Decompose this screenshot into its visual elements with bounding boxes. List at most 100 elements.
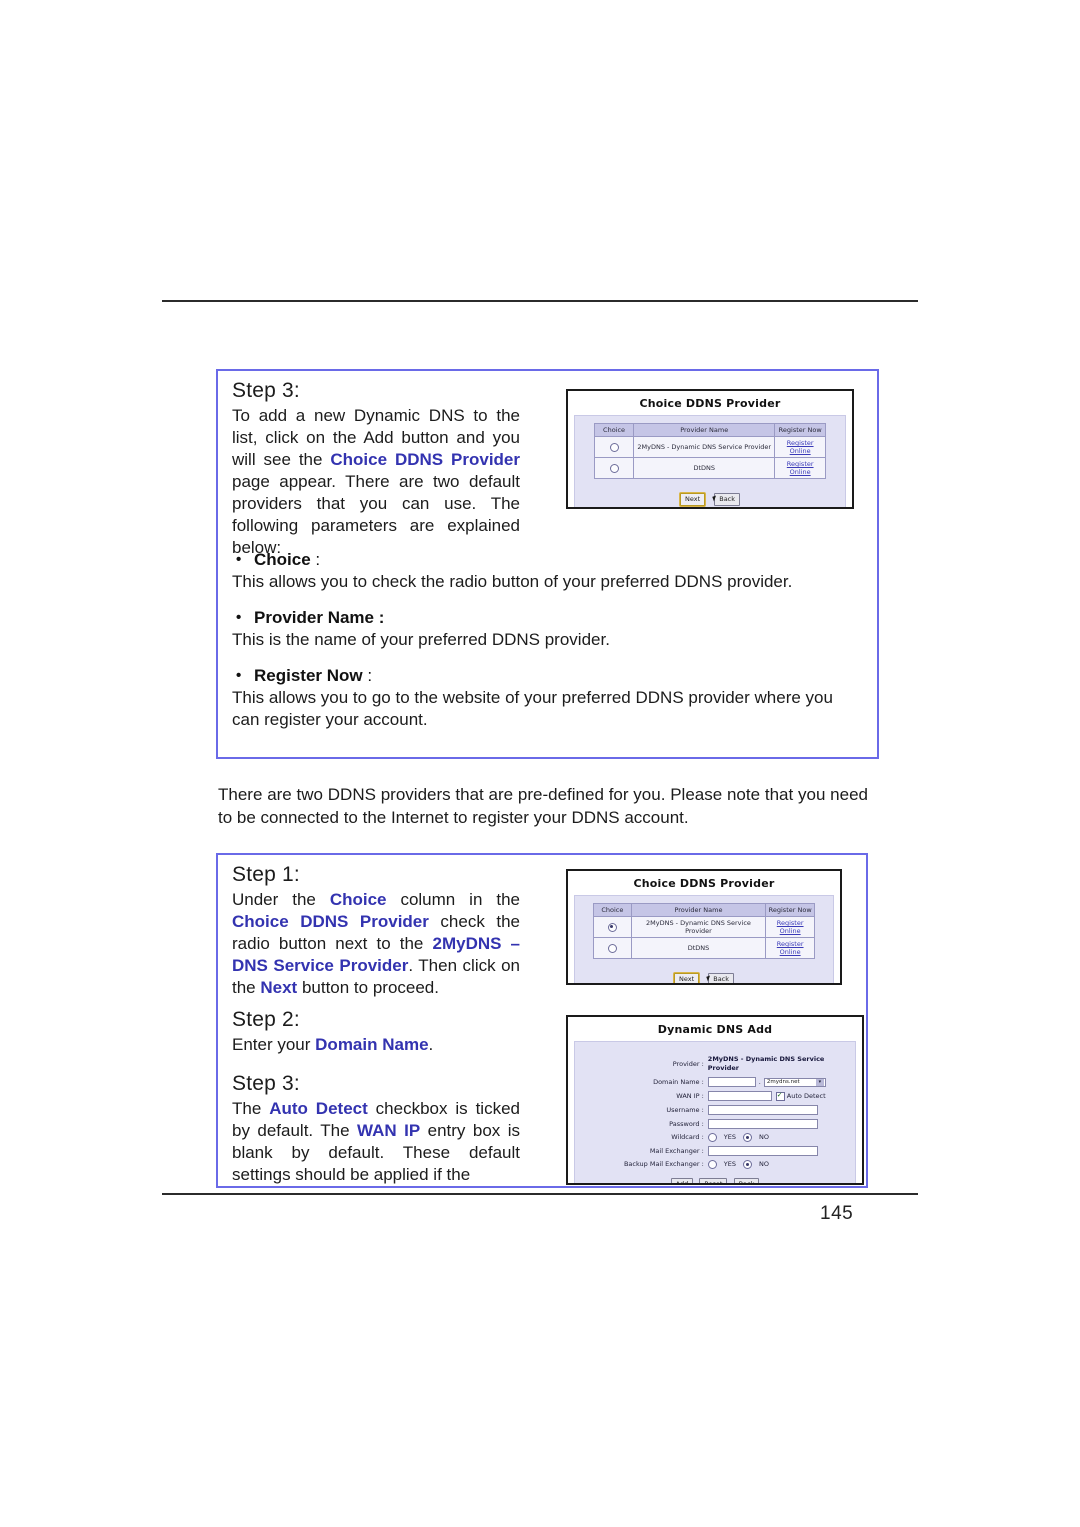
username-label: Username :: [666, 1105, 704, 1114]
wan-ip-input[interactable]: [707, 1091, 772, 1101]
header-rule: [162, 300, 918, 302]
domain-suffix-value: 2mydns.net: [766, 1078, 800, 1085]
add-button[interactable]: Add: [670, 1178, 694, 1183]
dns-add-form: Provider : 2MyDNS - Dynamic DNS Service …: [575, 1049, 855, 1183]
pre-defined-providers-paragraph: There are two DDNS providers that are pr…: [218, 785, 868, 827]
cell-radio-2mydns[interactable]: [593, 916, 632, 938]
step1-heading: Step 1:: [232, 863, 300, 886]
password-input[interactable]: [707, 1119, 818, 1129]
backup-mx-yes-radio[interactable]: [707, 1160, 717, 1169]
keyword-choice-ddns-provider: Choice DDNS Provider: [330, 450, 521, 469]
form-row-wan-ip: WAN IP : Auto Detect: [575, 1091, 855, 1101]
bullet-provider-name: Provider Name :: [232, 607, 864, 629]
step1-paragraph: Under the Choice column in the Choice DD…: [232, 889, 520, 999]
next-button[interactable]: Next: [673, 973, 700, 983]
cell-provider-2mydns: 2MyDNS - Dynamic DNS Service Provider: [633, 436, 776, 458]
wildcard-label: Wildcard :: [671, 1133, 704, 1141]
cell-provider-2mydns: 2MyDNS - Dynamic DNS Service Provider: [630, 916, 767, 938]
cell-provider-dtdns: DtDNS: [630, 937, 767, 959]
table-row: DtDNS Register Online: [593, 457, 827, 479]
cell-register-2mydns[interactable]: Register Online: [774, 436, 827, 458]
header-choice: Choice: [593, 903, 632, 917]
form-row-backup-mail-exchanger: Backup Mail Exchanger : YES NO: [575, 1160, 855, 1169]
next-button[interactable]: Next: [679, 493, 706, 506]
register-online-link[interactable]: Register Online: [777, 919, 804, 935]
form-row-provider: Provider : 2MyDNS - Dynamic DNS Service …: [575, 1055, 855, 1073]
s1-b: column in the: [386, 890, 520, 909]
radio-button-dtdns[interactable]: [609, 463, 619, 473]
keyword-domain-name: Domain Name: [315, 1035, 429, 1054]
step3-bottom-paragraph: The Auto Detect checkbox is ticked by de…: [232, 1098, 520, 1186]
cell-register-dtdns[interactable]: Register Online: [765, 937, 815, 959]
provider-value: 2MyDNS - Dynamic DNS Service Provider: [707, 1055, 825, 1072]
bullet-choice: Choice :: [232, 549, 864, 571]
table-header-row: Choice Provider Name Register Now: [593, 423, 827, 437]
wildcard-no-radio[interactable]: [743, 1133, 753, 1142]
bullet-register-now-colon: :: [362, 666, 373, 685]
keyword-next: Next: [260, 978, 298, 997]
radio-button-2mydns-selected[interactable]: [607, 922, 617, 932]
s1-e: button to proceed.: [297, 978, 439, 997]
auto-detect-checkbox[interactable]: [775, 1091, 785, 1101]
register-online-link[interactable]: Register Online: [787, 460, 814, 476]
dns-add-button-row: Add Reset Back: [575, 1178, 855, 1183]
back-button[interactable]: Back: [733, 1178, 760, 1183]
register-online-link[interactable]: Register Online: [777, 940, 804, 956]
step2-paragraph: Enter your Domain Name.: [232, 1034, 520, 1056]
keyword-wan-ip: WAN IP: [357, 1121, 421, 1140]
bullet-register-now: Register Now :: [232, 665, 864, 687]
screenshot-dynamic-dns-add: Dynamic DNS Add Provider : 2MyDNS - Dyna…: [566, 1015, 864, 1185]
screenshot3-title: Dynamic DNS Add: [657, 1023, 773, 1036]
keyword-choice: Choice: [329, 890, 387, 909]
cell-radio-dtdns[interactable]: [593, 457, 635, 479]
backup-mail-exchanger-label: Backup Mail Exchanger :: [623, 1160, 704, 1168]
bullet-provider-name-term: Provider Name :: [254, 608, 385, 627]
header-register-now: Register Now: [765, 903, 815, 917]
step3-text-column: Step 3: To add a new Dynamic DNS to the …: [232, 379, 520, 559]
backup-mx-yes-label: YES: [723, 1160, 737, 1168]
screenshot1-button-row: Next Back: [575, 486, 845, 506]
cell-provider-dtdns: DtDNS: [633, 457, 776, 479]
screenshot-choice-ddns-provider-unselected: Choice DDNS Provider Choice Provider Nam…: [566, 389, 854, 509]
cell-register-dtdns[interactable]: Register Online: [774, 457, 827, 479]
provider-label: Provider :: [672, 1059, 704, 1068]
header-register-now: Register Now: [774, 423, 827, 437]
manual-page: Step 3: To add a new Dynamic DNS to the …: [0, 0, 1080, 1527]
header-provider-name: Provider Name: [633, 423, 776, 437]
domain-name-input[interactable]: [707, 1077, 756, 1087]
mail-exchanger-input[interactable]: [707, 1146, 818, 1156]
bullet-choice-description: This allows you to check the radio butto…: [232, 572, 793, 591]
header-choice: Choice: [593, 423, 635, 437]
screenshot1-provider-table: Choice Provider Name Register Now 2MyDNS…: [593, 423, 827, 479]
form-row-username: Username :: [575, 1105, 855, 1115]
back-button[interactable]: Back: [708, 973, 735, 983]
step3-bottom-text-column: Step 3: The Auto Detect checkbox is tick…: [232, 1072, 520, 1186]
wildcard-yes-radio[interactable]: [707, 1133, 717, 1142]
backup-mx-no-label: NO: [759, 1160, 769, 1168]
backup-mx-no-radio[interactable]: [743, 1160, 753, 1169]
wildcard-yes-label: YES: [723, 1133, 737, 1141]
step3-heading: Step 3:: [232, 379, 300, 402]
s3-a: The: [232, 1099, 270, 1118]
back-button[interactable]: Back: [714, 493, 741, 506]
reset-button[interactable]: Reset: [699, 1178, 728, 1183]
domain-suffix-select[interactable]: 2mydns.net ▾: [763, 1077, 826, 1087]
cell-radio-dtdns[interactable]: [593, 937, 632, 959]
cell-register-2mydns[interactable]: Register Online: [765, 916, 815, 938]
username-input[interactable]: [707, 1105, 818, 1115]
screenshot2-panel: Choice Provider Name Register Now 2MyDNS…: [574, 895, 834, 983]
wildcard-no-label: NO: [759, 1133, 769, 1141]
step3-bottom-heading: Step 3:: [232, 1072, 300, 1095]
mail-exchanger-label: Mail Exchanger :: [649, 1146, 704, 1155]
keyword-auto-detect: Auto Detect: [269, 1099, 368, 1118]
step3-intro-paragraph: To add a new Dynamic DNS to the list, cl…: [232, 405, 520, 559]
page-number: 145: [820, 1203, 854, 1224]
cell-radio-2mydns[interactable]: [593, 436, 635, 458]
table-row: 2MyDNS - Dynamic DNS Service Provider Re…: [593, 916, 815, 938]
register-online-link[interactable]: Register Online: [787, 439, 814, 455]
radio-button-dtdns[interactable]: [607, 943, 617, 953]
parameter-bullet-list: Choice : This allows you to check the ra…: [232, 549, 864, 731]
intro-part2: page appear. There are two default provi…: [232, 472, 520, 557]
header-provider-name: Provider Name: [630, 903, 767, 917]
radio-button-2mydns[interactable]: [609, 442, 619, 452]
